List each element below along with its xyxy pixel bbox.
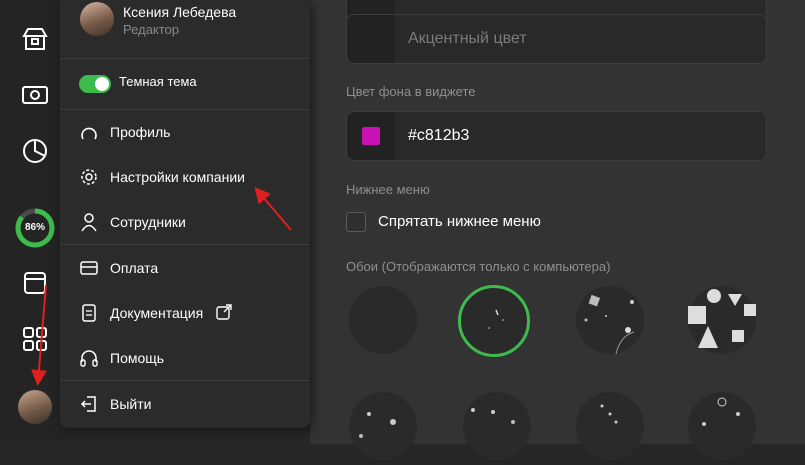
annotation-arrow bbox=[31, 284, 47, 386]
annotation-arrows bbox=[31, 186, 292, 386]
annotation-arrow bbox=[254, 186, 292, 231]
